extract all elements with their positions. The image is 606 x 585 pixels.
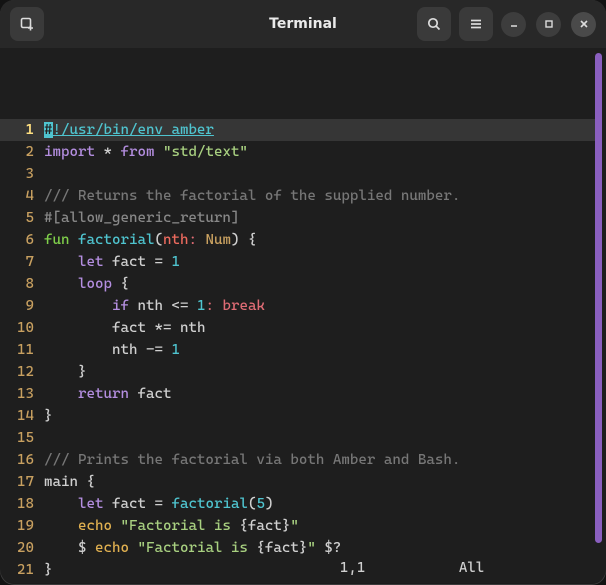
- code-content: let fact = 1: [44, 251, 180, 273]
- code-content: #!/usr/bin/env amber: [44, 119, 214, 141]
- code-content: nth -= 1: [44, 339, 180, 361]
- code-content: $ echo "Factorial is {fact}" $?: [44, 537, 341, 559]
- line-number: 1: [0, 119, 44, 141]
- code-line: 6fun factorial(nth: Num) {: [0, 229, 595, 251]
- search-icon: [426, 16, 442, 32]
- editor-area: 1#!/usr/bin/env amber2import * from "std…: [0, 48, 606, 583]
- line-number: 9: [0, 295, 44, 317]
- code-content: main {: [44, 471, 95, 493]
- code-content: /// Prints the factorial via both Amber …: [44, 449, 460, 471]
- cursor-position: 1,1: [340, 560, 366, 576]
- close-button[interactable]: [571, 12, 596, 37]
- menu-button[interactable]: [459, 7, 493, 41]
- code-content: }: [44, 405, 53, 427]
- line-number: 15: [0, 427, 44, 449]
- search-button[interactable]: [417, 7, 451, 41]
- code-content: return fact: [44, 383, 171, 405]
- maximize-button[interactable]: [536, 12, 561, 37]
- code-line: 10 fact *= nth: [0, 317, 595, 339]
- scrollbar[interactable]: [595, 53, 602, 543]
- line-number: 5: [0, 207, 44, 229]
- code-content: /// Returns the factorial of the supplie…: [44, 185, 460, 207]
- code-content: if nth <= 1: break: [44, 295, 265, 317]
- code-line: 4/// Returns the factorial of the suppli…: [0, 185, 595, 207]
- code-line: 2import * from "std/text": [0, 141, 595, 163]
- code-line: 9 if nth <= 1: break: [0, 295, 595, 317]
- code-content: let fact = factorial(5): [44, 493, 273, 515]
- hamburger-icon: [468, 16, 484, 32]
- code-content: }: [44, 361, 86, 383]
- code-content: fun factorial(nth: Num) {: [44, 229, 256, 251]
- line-number: 17: [0, 471, 44, 493]
- line-number: 4: [0, 185, 44, 207]
- line-number: 12: [0, 361, 44, 383]
- code-line: 13 return fact: [0, 383, 595, 405]
- code-line: 17main {: [0, 471, 595, 493]
- close-icon: [578, 18, 590, 30]
- line-number: 7: [0, 251, 44, 273]
- minimize-icon: [508, 18, 520, 30]
- window-controls: [501, 12, 596, 37]
- line-number: 3: [0, 163, 44, 185]
- line-number: 16: [0, 449, 44, 471]
- code-line: 18 let fact = factorial(5): [0, 493, 595, 515]
- new-tab-icon: [19, 16, 35, 32]
- code-line: 8 loop {: [0, 273, 595, 295]
- code-content: fact *= nth: [44, 317, 205, 339]
- terminal-window: Terminal: [0, 0, 606, 585]
- line-number: 8: [0, 273, 44, 295]
- code-content: import * from "std/text": [44, 141, 248, 163]
- new-tab-button[interactable]: [10, 7, 44, 41]
- maximize-icon: [543, 18, 555, 30]
- code-line: 15: [0, 427, 595, 449]
- line-number: 11: [0, 339, 44, 361]
- line-number: 20: [0, 537, 44, 559]
- code-line: 19 echo "Factorial is {fact}": [0, 515, 595, 537]
- line-number: 6: [0, 229, 44, 251]
- code-line: 1#!/usr/bin/env amber: [0, 119, 595, 141]
- line-number: 2: [0, 141, 44, 163]
- code-line: 7 let fact = 1: [0, 251, 595, 273]
- code-line: 12 }: [0, 361, 595, 383]
- line-number: 19: [0, 515, 44, 537]
- code-line: 3: [0, 163, 595, 185]
- code-line: 11 nth -= 1: [0, 339, 595, 361]
- minimize-button[interactable]: [501, 12, 526, 37]
- line-number: 18: [0, 493, 44, 515]
- code-content: echo "Factorial is {fact}": [44, 515, 299, 537]
- titlebar: Terminal: [0, 0, 606, 48]
- status-line: 1,1 All: [0, 557, 561, 579]
- code-line: 16/// Prints the factorial via both Ambe…: [0, 449, 595, 471]
- line-number: 13: [0, 383, 44, 405]
- line-number: 10: [0, 317, 44, 339]
- code-content: #[allow_generic_return]: [44, 207, 239, 229]
- line-number: 14: [0, 405, 44, 427]
- code-editor[interactable]: 1#!/usr/bin/env amber2import * from "std…: [0, 48, 595, 583]
- code-line: 5#[allow_generic_return]: [0, 207, 595, 229]
- code-line: 14}: [0, 405, 595, 427]
- scroll-indicator: All: [459, 560, 485, 576]
- code-content: loop {: [44, 273, 129, 295]
- code-line: 20 $ echo "Factorial is {fact}" $?: [0, 537, 595, 559]
